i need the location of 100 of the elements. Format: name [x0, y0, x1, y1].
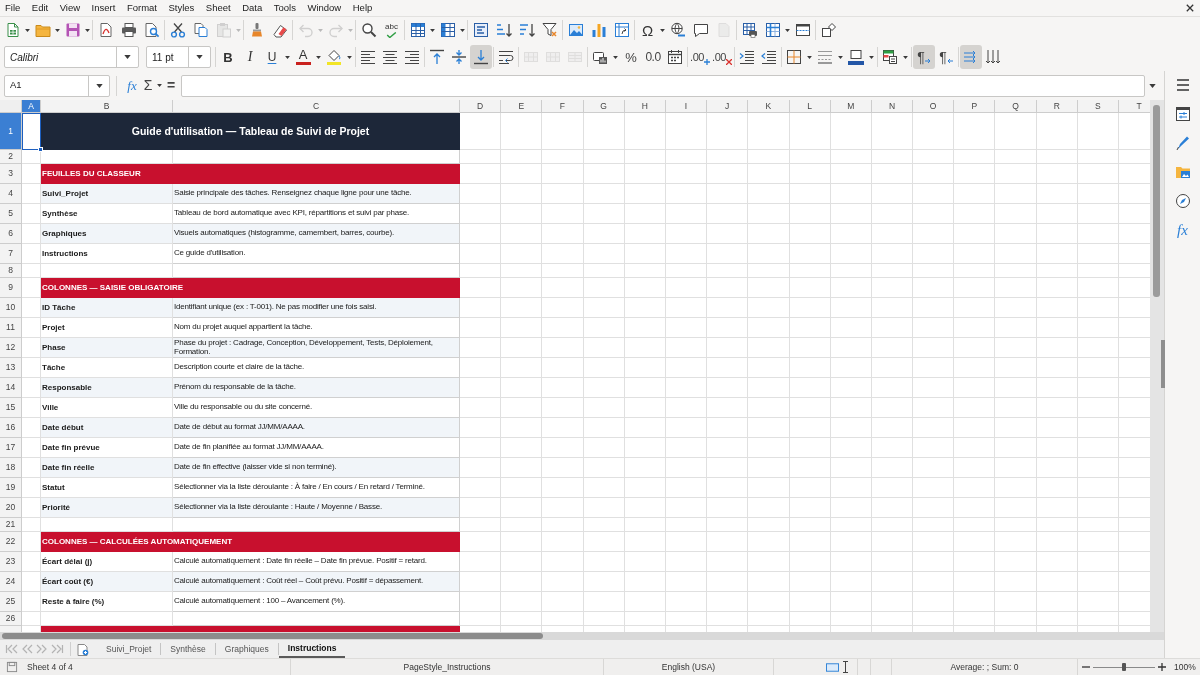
underline-button[interactable]: U: [261, 45, 283, 69]
row-header[interactable]: 5: [0, 204, 22, 224]
number-format-decimal-button[interactable]: 0.0: [642, 45, 664, 69]
selected-cell[interactable]: [22, 113, 41, 150]
add-decimal-button[interactable]: .00: [689, 45, 711, 69]
right-to-left-button[interactable]: ¶: [935, 45, 957, 69]
sum-button[interactable]: Σ: [141, 75, 155, 96]
menu-item[interactable]: Tools: [273, 3, 296, 13]
row-header[interactable]: 3: [0, 164, 22, 184]
slider-thumb[interactable]: [1122, 663, 1126, 671]
row-header[interactable]: 18: [0, 458, 22, 478]
column-header[interactable]: O: [913, 100, 955, 113]
left-to-right-button[interactable]: ¶: [913, 45, 935, 69]
row-header[interactable]: 14: [0, 378, 22, 398]
row-header[interactable]: 22: [0, 532, 22, 552]
caret-icon[interactable]: [316, 55, 321, 59]
row-header[interactable]: 2: [0, 150, 22, 164]
row-header[interactable]: 19: [0, 478, 22, 498]
column-header[interactable]: S: [1077, 100, 1119, 113]
caret-icon[interactable]: [85, 28, 90, 32]
column-header[interactable]: C: [173, 100, 460, 113]
column-header[interactable]: R: [1036, 100, 1078, 113]
column-header[interactable]: T: [1119, 100, 1150, 113]
italic-button[interactable]: I: [239, 45, 261, 69]
sliders-window-icon[interactable]: [1174, 106, 1191, 122]
caret-icon[interactable]: [124, 55, 131, 59]
column-header[interactable]: K: [748, 100, 790, 113]
formula-button[interactable]: =: [164, 75, 178, 96]
close-icon[interactable]: [1186, 4, 1194, 12]
caret-icon[interactable]: [55, 28, 60, 32]
caret-icon[interactable]: [25, 28, 30, 32]
horizontal-scrollbar[interactable]: [0, 632, 1164, 640]
row-header[interactable]: 20: [0, 498, 22, 518]
caret-icon[interactable]: [869, 55, 874, 59]
function-wizard-button[interactable]: fx: [123, 75, 141, 96]
sidebar-handle[interactable]: [1161, 340, 1165, 388]
row-header[interactable]: 13: [0, 358, 22, 378]
row-header[interactable]: 11: [0, 318, 22, 338]
row-header[interactable]: 8: [0, 264, 22, 278]
caret-icon[interactable]: [285, 55, 290, 59]
name-box-field[interactable]: A1: [4, 74, 110, 97]
column-header[interactable]: D: [460, 100, 502, 113]
formula-input-field[interactable]: [181, 74, 1145, 97]
row-header[interactable]: 16: [0, 418, 22, 438]
row-header[interactable]: 26: [0, 612, 22, 626]
sheet-tab[interactable]: Suivi_Projet: [97, 640, 161, 658]
caret-icon[interactable]: [1149, 83, 1156, 88]
column-header[interactable]: Q: [995, 100, 1037, 113]
scrollbar-thumb[interactable]: [1153, 105, 1160, 297]
percent-format-button[interactable]: %: [620, 45, 642, 69]
row-header[interactable]: 1: [0, 113, 22, 150]
minus-icon[interactable]: [1082, 663, 1090, 671]
column-header[interactable]: G: [583, 100, 625, 113]
picture-folder-icon[interactable]: [1174, 164, 1191, 180]
column-header[interactable]: L: [789, 100, 831, 113]
caret-icon[interactable]: [613, 55, 618, 59]
special-character-button[interactable]: Ω: [636, 19, 659, 41]
font-color-button[interactable]: A: [292, 45, 314, 69]
column-header[interactable]: P: [954, 100, 996, 113]
column-header[interactable]: F: [542, 100, 584, 113]
font-size-field[interactable]: 11 pt: [146, 46, 211, 68]
row-header[interactable]: 23: [0, 552, 22, 572]
vertical-scrollbar[interactable]: [1150, 100, 1164, 632]
plus-icon[interactable]: [1158, 663, 1166, 671]
menu-item[interactable]: Format: [126, 3, 157, 13]
caret-icon[interactable]: [807, 55, 812, 59]
caret-icon[interactable]: [838, 55, 843, 59]
fill-handle[interactable]: [38, 147, 43, 152]
row-header[interactable]: 25: [0, 592, 22, 612]
caret-icon[interactable]: [347, 55, 352, 59]
compass-icon[interactable]: [1174, 193, 1191, 209]
selection-mode-icon[interactable]: [826, 662, 839, 672]
delete-decimal-button[interactable]: .00: [711, 45, 733, 69]
row-header[interactable]: 17: [0, 438, 22, 458]
functions-tab[interactable]: fx: [1177, 222, 1188, 238]
scrollbar-thumb[interactable]: [2, 633, 543, 639]
row-header[interactable]: 24: [0, 572, 22, 592]
caret-icon[interactable]: [430, 28, 435, 32]
row-header[interactable]: 6: [0, 224, 22, 244]
menu-item[interactable]: Insert: [91, 3, 116, 13]
menu-icon[interactable]: [1174, 77, 1191, 93]
sheet-tab[interactable]: Synthèse: [161, 640, 215, 658]
zoom-slider[interactable]: [1093, 662, 1155, 672]
column-header[interactable]: B: [41, 100, 173, 113]
row-header[interactable]: 15: [0, 398, 22, 418]
row-header[interactable]: 7: [0, 244, 22, 264]
caret-icon[interactable]: [196, 55, 203, 59]
row-header[interactable]: 12: [0, 338, 22, 358]
column-header[interactable]: N: [871, 100, 914, 113]
row-header[interactable]: 10: [0, 298, 22, 318]
menu-item[interactable]: Styles: [168, 3, 195, 13]
caret-icon[interactable]: [157, 84, 162, 87]
menu-item[interactable]: Sheet: [205, 3, 231, 13]
add-sheet-icon[interactable]: [76, 642, 89, 656]
row-header[interactable]: 4: [0, 184, 22, 204]
caret-icon[interactable]: [903, 55, 908, 59]
menu-item[interactable]: Edit: [31, 3, 49, 13]
row-header[interactable]: 9: [0, 278, 22, 298]
menu-item[interactable]: Window: [307, 3, 342, 13]
column-header[interactable]: H: [624, 100, 666, 113]
